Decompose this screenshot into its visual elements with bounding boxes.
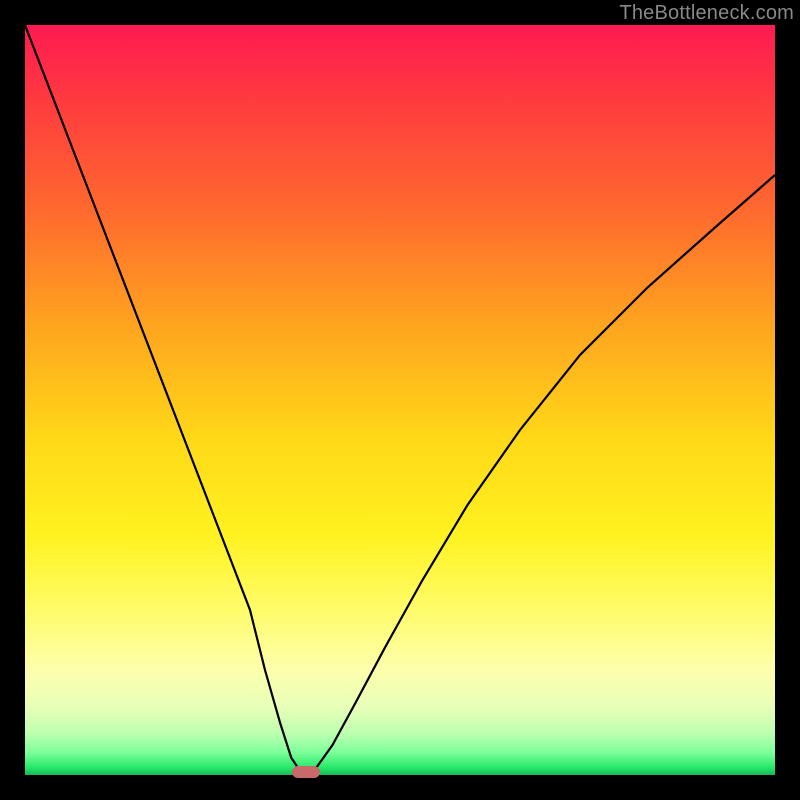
watermark-text: TheBottleneck.com <box>619 2 794 25</box>
curve-layer <box>25 25 775 775</box>
figure-root: TheBottleneck.com <box>0 0 800 800</box>
plot-area <box>25 25 775 775</box>
bottleneck-curve-left <box>25 25 304 775</box>
optimal-point-marker <box>292 766 320 778</box>
bottleneck-curve-right <box>309 175 776 775</box>
